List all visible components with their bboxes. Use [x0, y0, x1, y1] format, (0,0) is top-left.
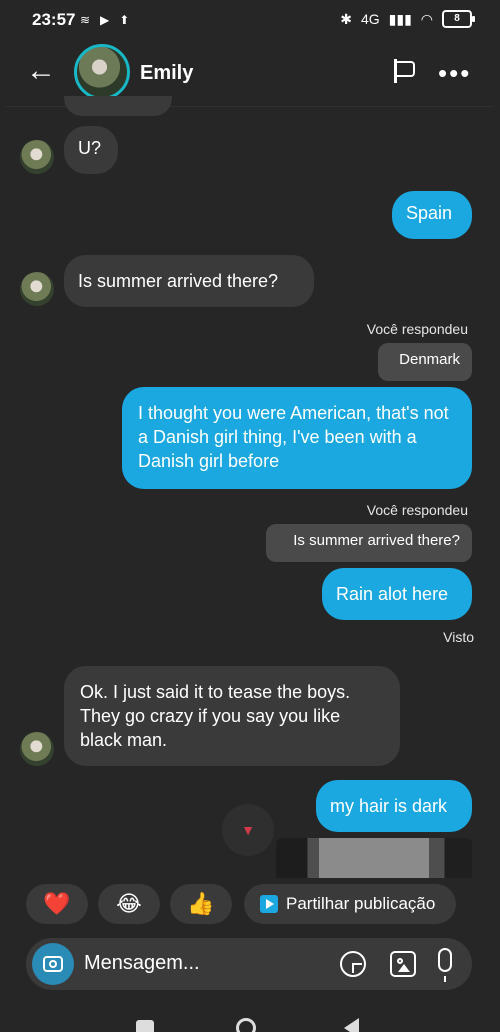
share-post-icon: [260, 895, 278, 913]
outgoing-message[interactable]: my hair is dark: [316, 780, 472, 832]
reply-label: Você respondeu: [366, 502, 468, 518]
contact-avatar[interactable]: [74, 44, 130, 100]
flag-icon[interactable]: [394, 59, 416, 83]
incoming-message[interactable]: Ok. I just said it to tease the boys. Th…: [64, 666, 400, 766]
reply-label: Você respondeu: [366, 321, 468, 337]
scroll-down-button[interactable]: ▼: [222, 804, 274, 856]
signal-icon: ▮▮▮: [388, 10, 412, 27]
share-post-label: Partilhar publicação: [286, 894, 436, 913]
back-arrow-icon[interactable]: ←: [26, 56, 56, 86]
notification-icons: ≋▶⬆: [80, 13, 140, 27]
contact-name[interactable]: Emily: [140, 62, 193, 85]
chat-screen: 23:57 ≋▶⬆ ✱ 4G ▮▮▮ ◠ 8 ← Emily ••• U? Sp…: [6, 0, 494, 1032]
wifi-icon: ◠: [420, 10, 433, 27]
share-post-button[interactable]: Partilhar publicação: [244, 884, 456, 924]
laugh-reaction-button[interactable]: 😂: [98, 884, 160, 924]
bluetooth-icon: ✱: [340, 10, 352, 27]
gallery-icon[interactable]: [390, 951, 416, 977]
message-composer: Mensagem...: [26, 938, 472, 990]
status-time: 23:57: [32, 10, 76, 29]
contact-avatar-small: [20, 272, 54, 306]
quoted-message[interactable]: Is summer arrived there?: [266, 524, 472, 562]
camera-icon[interactable]: [32, 943, 74, 985]
battery-icon: 8: [442, 10, 475, 28]
system-back-icon[interactable]: [344, 1018, 359, 1032]
seen-label: Visto: [443, 629, 474, 645]
outgoing-message[interactable]: Rain alot here: [322, 568, 472, 620]
quoted-message[interactable]: Denmark: [378, 343, 472, 381]
outgoing-message[interactable]: I thought you were American, that's not …: [122, 387, 472, 489]
incoming-message[interactable]: Is summer arrived there?: [64, 255, 314, 307]
incoming-message[interactable]: U?: [64, 126, 118, 174]
status-right-icons: ✱ 4G ▮▮▮ ◠ 8: [340, 10, 475, 28]
home-icon[interactable]: [236, 1018, 256, 1032]
contact-avatar-small: [20, 732, 54, 766]
microphone-icon[interactable]: [438, 948, 452, 982]
contact-avatar-small: [20, 140, 54, 174]
network-label: 4G: [360, 11, 380, 27]
recent-apps-icon[interactable]: [136, 1020, 154, 1032]
shared-image-preview[interactable]: [276, 838, 472, 878]
outgoing-message[interactable]: Spain: [392, 191, 472, 239]
message-input[interactable]: Mensagem...: [84, 952, 200, 975]
heart-reaction-button[interactable]: ❤️: [26, 884, 88, 924]
status-bar: 23:57 ≋▶⬆ ✱ 4G ▮▮▮ ◠ 8: [6, 0, 494, 44]
sticker-icon[interactable]: [340, 951, 366, 977]
system-navigation-bar: [6, 1010, 494, 1032]
partial-previous-message: [64, 96, 172, 116]
more-icon[interactable]: •••: [438, 58, 471, 89]
thumbs-up-reaction-button[interactable]: 👍: [170, 884, 232, 924]
